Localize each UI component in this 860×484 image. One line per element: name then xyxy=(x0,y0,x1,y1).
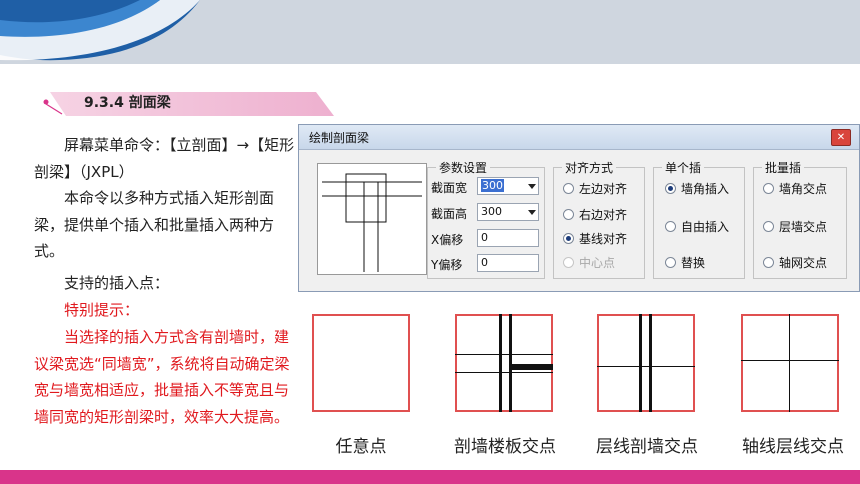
demo-any-point xyxy=(312,314,410,412)
radio-align-center: 中心点 xyxy=(563,255,615,271)
params-group-label: 参数设置 xyxy=(436,159,491,176)
radio-icon xyxy=(563,257,574,268)
radio-icon xyxy=(665,257,676,268)
radio-corner-insert[interactable]: 墙角插入 xyxy=(665,181,729,197)
batch-group-label: 批量插 xyxy=(762,159,805,176)
chevron-down-icon xyxy=(528,184,536,189)
radio-label: 基线对齐 xyxy=(579,232,628,246)
radio-label: 墙角交点 xyxy=(779,182,828,196)
xoffset-input[interactable]: 0 xyxy=(477,229,539,247)
single-group-label: 单个插 xyxy=(662,159,705,176)
beam-preview-drawing xyxy=(322,173,422,272)
demo-level-wall-point xyxy=(597,314,695,412)
description-text: 本命令以多种方式插入矩形剖面梁，提供单个插入和批量插入两种方式。 xyxy=(34,189,275,260)
demo-label-any-point: 任意点 xyxy=(335,437,387,457)
beam-dialog: 绘制剖面梁 ✕ 参数设置 截面宽 300 截面高 300 X偏移 0 Y偏移 0… xyxy=(298,124,860,292)
radio-wall-corner-point[interactable]: 墙角交点 xyxy=(763,181,827,197)
header-banner xyxy=(0,0,860,64)
width-value: 300 xyxy=(481,179,504,192)
demo-label-wall-slab: 剖墙楼板交点 xyxy=(454,437,556,457)
radio-icon xyxy=(763,221,774,232)
demo-label-axis-level: 轴线层线交点 xyxy=(742,437,844,457)
height-value: 300 xyxy=(481,205,502,218)
demo-label-level-wall: 层线剖墙交点 xyxy=(596,437,698,457)
width-combo[interactable]: 300 xyxy=(477,177,539,195)
radio-icon xyxy=(665,221,676,232)
radio-align-right[interactable]: 右边对齐 xyxy=(563,207,627,223)
dialog-title: 绘制剖面梁 xyxy=(309,131,370,145)
radio-icon xyxy=(763,257,774,268)
header-wave-graphic xyxy=(0,0,200,61)
radio-label: 替换 xyxy=(681,256,706,270)
radio-label: 左边对齐 xyxy=(579,182,628,196)
tip-heading: 特别提示： xyxy=(64,301,140,319)
height-label: 截面高 xyxy=(431,207,468,221)
dialog-titlebar: 绘制剖面梁 ✕ xyxy=(299,125,859,150)
width-label: 截面宽 xyxy=(431,181,468,195)
radio-icon xyxy=(665,183,676,194)
demo-wall-slab-point xyxy=(455,314,553,412)
radio-replace[interactable]: 替换 xyxy=(665,255,705,271)
radio-free-insert[interactable]: 自由插入 xyxy=(665,219,729,235)
radio-icon xyxy=(563,233,574,244)
radio-axis-grid-point[interactable]: 轴网交点 xyxy=(763,255,827,271)
insert-points-intro: 支持的插入点： xyxy=(64,274,170,292)
demo-axis-level-point xyxy=(741,314,839,412)
radio-icon xyxy=(563,209,574,220)
align-group-label: 对齐方式 xyxy=(562,159,617,176)
radio-label: 右边对齐 xyxy=(579,208,628,222)
yoffset-label: Y偏移 xyxy=(431,258,463,272)
radio-label: 层墙交点 xyxy=(779,220,828,234)
height-combo[interactable]: 300 xyxy=(477,203,539,221)
radio-label: 自由插入 xyxy=(681,220,730,234)
radio-align-baseline[interactable]: 基线对齐 xyxy=(563,231,627,247)
xoffset-label: X偏移 xyxy=(431,233,464,247)
chevron-down-icon xyxy=(528,210,536,215)
radio-label: 中心点 xyxy=(579,256,616,270)
tip-text: 当选择的插入方式含有剖墙时，建议梁宽选“同墙宽”，系统将自动确定梁宽与墙宽相适应… xyxy=(34,328,290,426)
menu-command-text: 屏幕菜单命令：【立剖面】→【矩形剖梁】（JXPL） xyxy=(34,136,295,181)
close-icon[interactable]: ✕ xyxy=(831,129,851,146)
yoffset-input[interactable]: 0 xyxy=(477,254,539,272)
footer-bar xyxy=(0,470,860,484)
radio-icon xyxy=(763,183,774,194)
radio-icon xyxy=(563,183,574,194)
radio-align-left[interactable]: 左边对齐 xyxy=(563,181,627,197)
radio-label: 墙角插入 xyxy=(681,182,730,196)
section-title: 9.3.4 剖面梁 xyxy=(84,95,171,111)
radio-label: 轴网交点 xyxy=(779,256,828,270)
radio-level-wall-point[interactable]: 层墙交点 xyxy=(763,219,827,235)
beam-preview xyxy=(317,163,427,275)
